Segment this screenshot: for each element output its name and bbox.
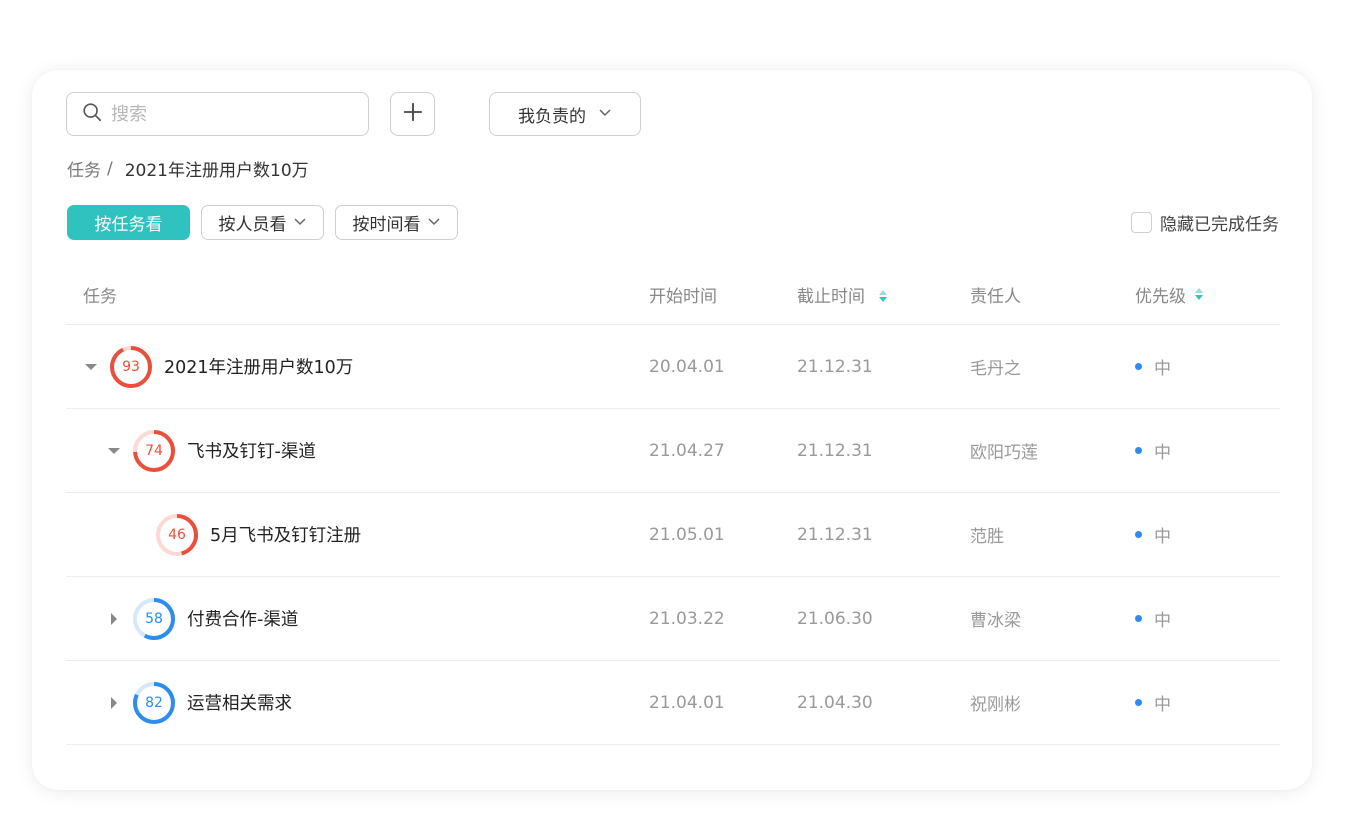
search-input[interactable] <box>111 103 351 125</box>
table-row[interactable]: 46 5月飞书及钉钉注册 21.05.01 21.12.31 范胜 中 <box>66 493 1280 577</box>
task-name[interactable]: 5月飞书及钉钉注册 <box>210 522 361 547</box>
priority-dot <box>1135 699 1142 706</box>
caret-right-icon[interactable] <box>107 612 121 626</box>
sort-icon[interactable] <box>870 287 888 307</box>
priority-dot <box>1135 531 1142 538</box>
progress-value: 58 <box>145 610 163 627</box>
chevron-down-icon <box>598 104 612 124</box>
sort-icon[interactable] <box>1186 285 1204 305</box>
hide-completed-label: 隐藏已完成任务 <box>1160 215 1279 235</box>
progress-ring: 93 <box>108 344 154 390</box>
task-name[interactable]: 2021年注册用户数10万 <box>164 354 353 379</box>
column-header-end-label: 截止时间 <box>797 287 865 307</box>
start-date: 21.04.27 <box>649 440 725 461</box>
column-header-priority[interactable]: 优先级 <box>1135 282 1280 307</box>
caret-placeholder <box>130 528 144 542</box>
chevron-down-icon <box>427 213 441 233</box>
task-cell: 74 飞书及钉钉-渠道 <box>66 428 649 474</box>
breadcrumb: 任务 / 2021年注册用户数10万 <box>67 156 309 182</box>
breadcrumb-separator: / <box>107 158 113 179</box>
view-by-person-dropdown[interactable]: 按人员看 <box>201 205 324 240</box>
table-header: 任务 开始时间 截止时间 责任人 优先级 <box>66 265 1280 325</box>
start-date: 21.04.01 <box>649 692 725 713</box>
priority-label: 中 <box>1154 695 1171 715</box>
table-row[interactable]: 58 付费合作-渠道 21.03.22 21.06.30 曹冰梁 中 <box>66 577 1280 661</box>
task-cell: 46 5月飞书及钉钉注册 <box>66 512 649 558</box>
table-row[interactable]: 74 飞书及钉钉-渠道 21.04.27 21.12.31 欧阳巧莲 中 <box>66 409 1280 493</box>
priority-dot <box>1135 447 1142 454</box>
view-by-time-label: 按时间看 <box>352 215 421 235</box>
end-date: 21.12.31 <box>797 356 873 377</box>
view-by-task-button[interactable]: 按任务看 <box>67 205 190 240</box>
progress-value: 82 <box>145 694 163 711</box>
column-header-owner: 责任人 <box>970 287 1021 307</box>
table-row[interactable]: 93 2021年注册用户数10万 20.04.01 21.12.31 毛丹之 中 <box>66 325 1280 409</box>
task-name[interactable]: 飞书及钉钉-渠道 <box>187 438 316 463</box>
progress-ring: 74 <box>131 428 177 474</box>
view-by-person-label: 按人员看 <box>218 215 287 235</box>
add-task-button[interactable] <box>390 92 435 136</box>
breadcrumb-root[interactable]: 任务 <box>67 156 101 181</box>
task-table: 任务 开始时间 截止时间 责任人 优先级 93 2021年注册用户数10万 20.0… <box>66 265 1280 745</box>
hide-completed-toggle[interactable]: 隐藏已完成任务 <box>1131 210 1279 235</box>
end-date: 21.04.30 <box>797 692 873 713</box>
progress-ring: 46 <box>154 512 200 558</box>
chevron-down-icon <box>293 213 307 233</box>
owner-name: 范胜 <box>970 527 1004 547</box>
plus-icon <box>402 101 424 127</box>
search-icon <box>81 101 103 127</box>
priority-cell: 中 <box>1135 690 1280 715</box>
priority-label: 中 <box>1154 443 1171 463</box>
start-date: 21.05.01 <box>649 524 725 545</box>
progress-ring: 82 <box>131 680 177 726</box>
search-box[interactable] <box>66 92 369 136</box>
task-name[interactable]: 运营相关需求 <box>187 690 292 715</box>
end-date: 21.12.31 <box>797 524 873 545</box>
end-date: 21.06.30 <box>797 608 873 629</box>
caret-right-icon[interactable] <box>107 696 121 710</box>
priority-dot <box>1135 615 1142 622</box>
view-by-time-dropdown[interactable]: 按时间看 <box>335 205 458 240</box>
owner-name: 欧阳巧莲 <box>970 443 1038 463</box>
column-header-end[interactable]: 截止时间 <box>797 282 970 307</box>
task-name[interactable]: 付费合作-渠道 <box>187 606 298 631</box>
breadcrumb-current: 2021年注册用户数10万 <box>124 161 309 181</box>
task-panel: 我负责的 任务 / 2021年注册用户数10万 按任务看 按人员看 按时间看 隐… <box>32 70 1312 790</box>
column-header-start: 开始时间 <box>649 287 717 307</box>
priority-label: 中 <box>1154 527 1171 547</box>
table-row[interactable]: 82 运营相关需求 21.04.01 21.04.30 祝刚彬 中 <box>66 661 1280 745</box>
owner-name: 曹冰梁 <box>970 611 1021 631</box>
task-cell: 82 运营相关需求 <box>66 680 649 726</box>
priority-label: 中 <box>1154 611 1171 631</box>
start-date: 20.04.01 <box>649 356 725 377</box>
caret-down-icon[interactable] <box>84 360 98 374</box>
owner-filter-label: 我负责的 <box>518 106 586 127</box>
progress-value: 74 <box>145 442 163 459</box>
progress-value: 93 <box>122 358 140 375</box>
priority-cell: 中 <box>1135 354 1280 379</box>
column-header-priority-label: 优先级 <box>1135 287 1186 307</box>
priority-cell: 中 <box>1135 438 1280 463</box>
progress-value: 46 <box>168 526 186 543</box>
view-switcher: 按任务看 按人员看 按时间看 <box>67 205 458 240</box>
hide-completed-checkbox[interactable] <box>1131 212 1152 233</box>
task-cell: 93 2021年注册用户数10万 <box>66 344 649 390</box>
owner-name: 祝刚彬 <box>970 695 1021 715</box>
priority-cell: 中 <box>1135 606 1280 631</box>
priority-cell: 中 <box>1135 522 1280 547</box>
column-header-task: 任务 <box>83 287 117 307</box>
caret-down-icon[interactable] <box>107 444 121 458</box>
task-cell: 58 付费合作-渠道 <box>66 596 649 642</box>
start-date: 21.03.22 <box>649 608 725 629</box>
owner-name: 毛丹之 <box>970 359 1021 379</box>
end-date: 21.12.31 <box>797 440 873 461</box>
progress-ring: 58 <box>131 596 177 642</box>
priority-label: 中 <box>1154 359 1171 379</box>
owner-filter-dropdown[interactable]: 我负责的 <box>489 92 641 136</box>
priority-dot <box>1135 363 1142 370</box>
